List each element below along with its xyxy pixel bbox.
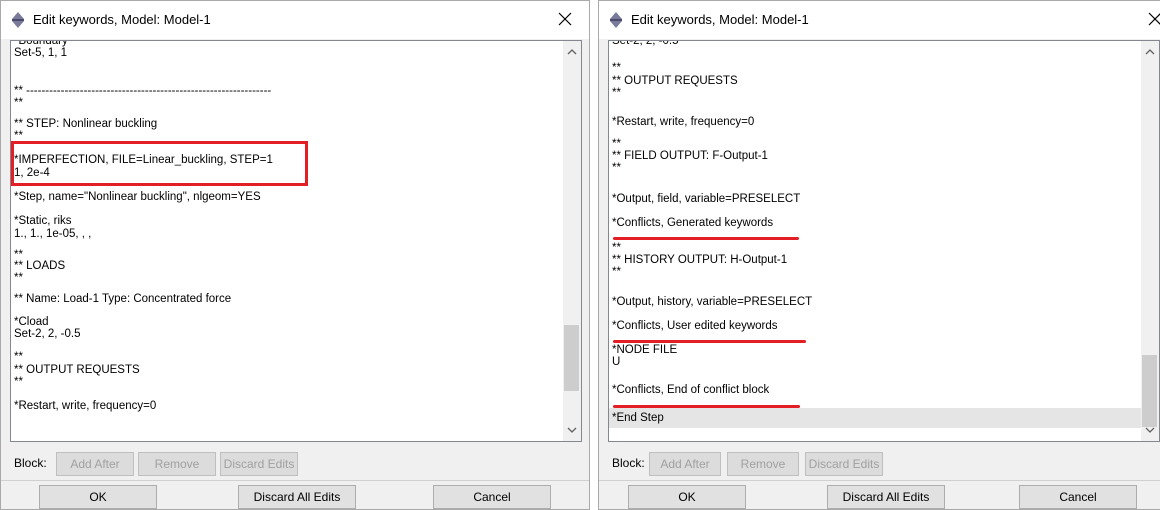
ok-button[interactable]: OK [39, 485, 157, 509]
dialog-buttons: OK Discard All Edits Cancel [599, 485, 1160, 509]
keyword-line[interactable]: ** STEP: Nonlinear buckling [11, 118, 563, 130]
block-label: Block: [612, 456, 645, 470]
scrollbar-thumb[interactable] [564, 325, 579, 391]
keyword-line[interactable]: Set-2, 2, -0.5 [609, 41, 1141, 47]
abaqus-diamond-icon [610, 12, 622, 28]
keyword-line[interactable]: ** [11, 97, 563, 109]
vertical-scrollbar[interactable] [563, 41, 581, 441]
keyword-line[interactable]: ** LOADS [11, 260, 563, 272]
close-icon[interactable] [1145, 9, 1160, 29]
scroll-down-icon[interactable] [1141, 421, 1159, 439]
keyword-line[interactable]: *Output, history, variable=PRESELECT [609, 296, 1141, 308]
keyword-line[interactable]: ** [11, 272, 563, 284]
window-title: Edit keywords, Model: Model-1 [33, 12, 211, 27]
ok-button[interactable]: OK [628, 485, 746, 509]
close-icon[interactable] [555, 9, 575, 29]
add-after-button[interactable]: Add After [649, 452, 721, 476]
separator [1, 480, 589, 481]
cancel-button[interactable]: Cancel [433, 485, 551, 509]
discard-edits-button[interactable]: Discard Edits [805, 452, 883, 476]
keyword-line[interactable]: ** [609, 242, 1141, 254]
imperfection-highlight-box [11, 141, 308, 186]
keyword-line[interactable]: *Conflicts, User edited keywords [609, 320, 1141, 332]
keyword-line[interactable]: ** HISTORY OUTPUT: H-Output-1 [609, 254, 1141, 266]
discard-edits-button[interactable]: Discard Edits [220, 452, 298, 476]
scroll-down-icon[interactable] [563, 421, 581, 439]
keyword-line[interactable]: ** [609, 266, 1141, 278]
title-bar[interactable]: Edit keywords, Model: Model-1 [1, 1, 589, 39]
keywords-editor[interactable]: *Boundary Set-5, 1, 1 ** -----------------… [10, 40, 582, 442]
separator [599, 480, 1160, 481]
discard-all-edits-button[interactable]: Discard All Edits [238, 485, 356, 509]
keyword-lines[interactable]: *Boundary Set-5, 1, 1 ** -----------------… [11, 41, 563, 441]
add-after-button[interactable]: Add After [56, 452, 134, 476]
keyword-line[interactable]: ** OUTPUT REQUESTS [11, 364, 563, 376]
underline-user-edited-keywords [613, 340, 806, 343]
keyword-line[interactable]: *Conflicts, Generated keywords [609, 217, 1141, 229]
cancel-button[interactable]: Cancel [1019, 485, 1137, 509]
title-bar[interactable]: Edit keywords, Model: Model-1 [599, 1, 1160, 39]
edit-keywords-dialog-right: Edit keywords, Model: Model-1 Set-2, 2, … [598, 0, 1160, 510]
keyword-line[interactable]: *Cload [11, 316, 563, 328]
discard-all-edits-button[interactable]: Discard All Edits [827, 485, 945, 509]
keyword-line[interactable]: *Step, name="Nonlinear buckling", nlgeom… [11, 191, 563, 203]
vertical-scrollbar[interactable] [1141, 41, 1159, 441]
block-toolbar: Block: Add After Remove Discard Edits [599, 448, 1160, 476]
underline-end-of-conflict-block [613, 405, 800, 408]
block-label: Block: [14, 456, 47, 470]
keyword-line[interactable]: *Restart, write, frequency=0 [609, 116, 1141, 128]
keyword-line[interactable]: ** [11, 351, 563, 363]
keyword-line[interactable]: Set-5, 1, 1 [11, 47, 563, 59]
scroll-up-icon[interactable] [563, 43, 581, 61]
remove-button[interactable]: Remove [727, 452, 799, 476]
keyword-line[interactable]: ** Name: Load-1 Type: Concentrated force [11, 293, 563, 305]
keyword-line[interactable]: ** FIELD OUTPUT: F-Output-1 [609, 150, 1141, 162]
keyword-line[interactable]: ** OUTPUT REQUESTS [609, 75, 1141, 87]
scrollbar-thumb[interactable] [1142, 355, 1157, 427]
keyword-line-selected[interactable]: *End Step [609, 408, 1141, 428]
underline-generated-keywords [613, 237, 799, 240]
edit-keywords-dialog-left: Edit keywords, Model: Model-1 *Boundary S… [0, 0, 590, 510]
keyword-line[interactable]: ** -------------------------------------… [11, 85, 563, 97]
keyword-line[interactable]: *Static, riks [11, 215, 563, 227]
abaqus-diamond-icon [12, 12, 24, 28]
keyword-line[interactable]: *Output, field, variable=PRESELECT [609, 193, 1141, 205]
keyword-line[interactable]: ** [609, 62, 1141, 74]
keyword-lines[interactable]: Set-2, 2, -0.5 ** ** OUTPUT REQUESTS ** *Res… [609, 41, 1141, 441]
keyword-line[interactable]: U [609, 356, 1141, 368]
keyword-line[interactable]: 1., 1., 1e-05, , , [11, 228, 563, 240]
keyword-line[interactable]: *Conflicts, End of conflict block [609, 384, 1141, 396]
block-toolbar: Block: Add After Remove Discard Edits [1, 448, 589, 476]
keywords-editor[interactable]: Set-2, 2, -0.5 ** ** OUTPUT REQUESTS ** *Res… [608, 40, 1160, 442]
remove-button[interactable]: Remove [138, 452, 216, 476]
keyword-line[interactable]: ** [11, 376, 563, 388]
dialog-buttons: OK Discard All Edits Cancel [1, 485, 589, 509]
keyword-line[interactable]: Set-2, 2, -0.5 [11, 328, 563, 340]
keyword-line[interactable]: ** [609, 138, 1141, 150]
scroll-up-icon[interactable] [1141, 43, 1159, 61]
keyword-line[interactable]: ** [609, 87, 1141, 99]
keyword-line[interactable]: *Restart, write, frequency=0 [11, 400, 563, 412]
keyword-line[interactable]: *NODE FILE [609, 344, 1141, 356]
keyword-line[interactable]: ** [609, 162, 1141, 174]
window-title: Edit keywords, Model: Model-1 [631, 12, 809, 27]
